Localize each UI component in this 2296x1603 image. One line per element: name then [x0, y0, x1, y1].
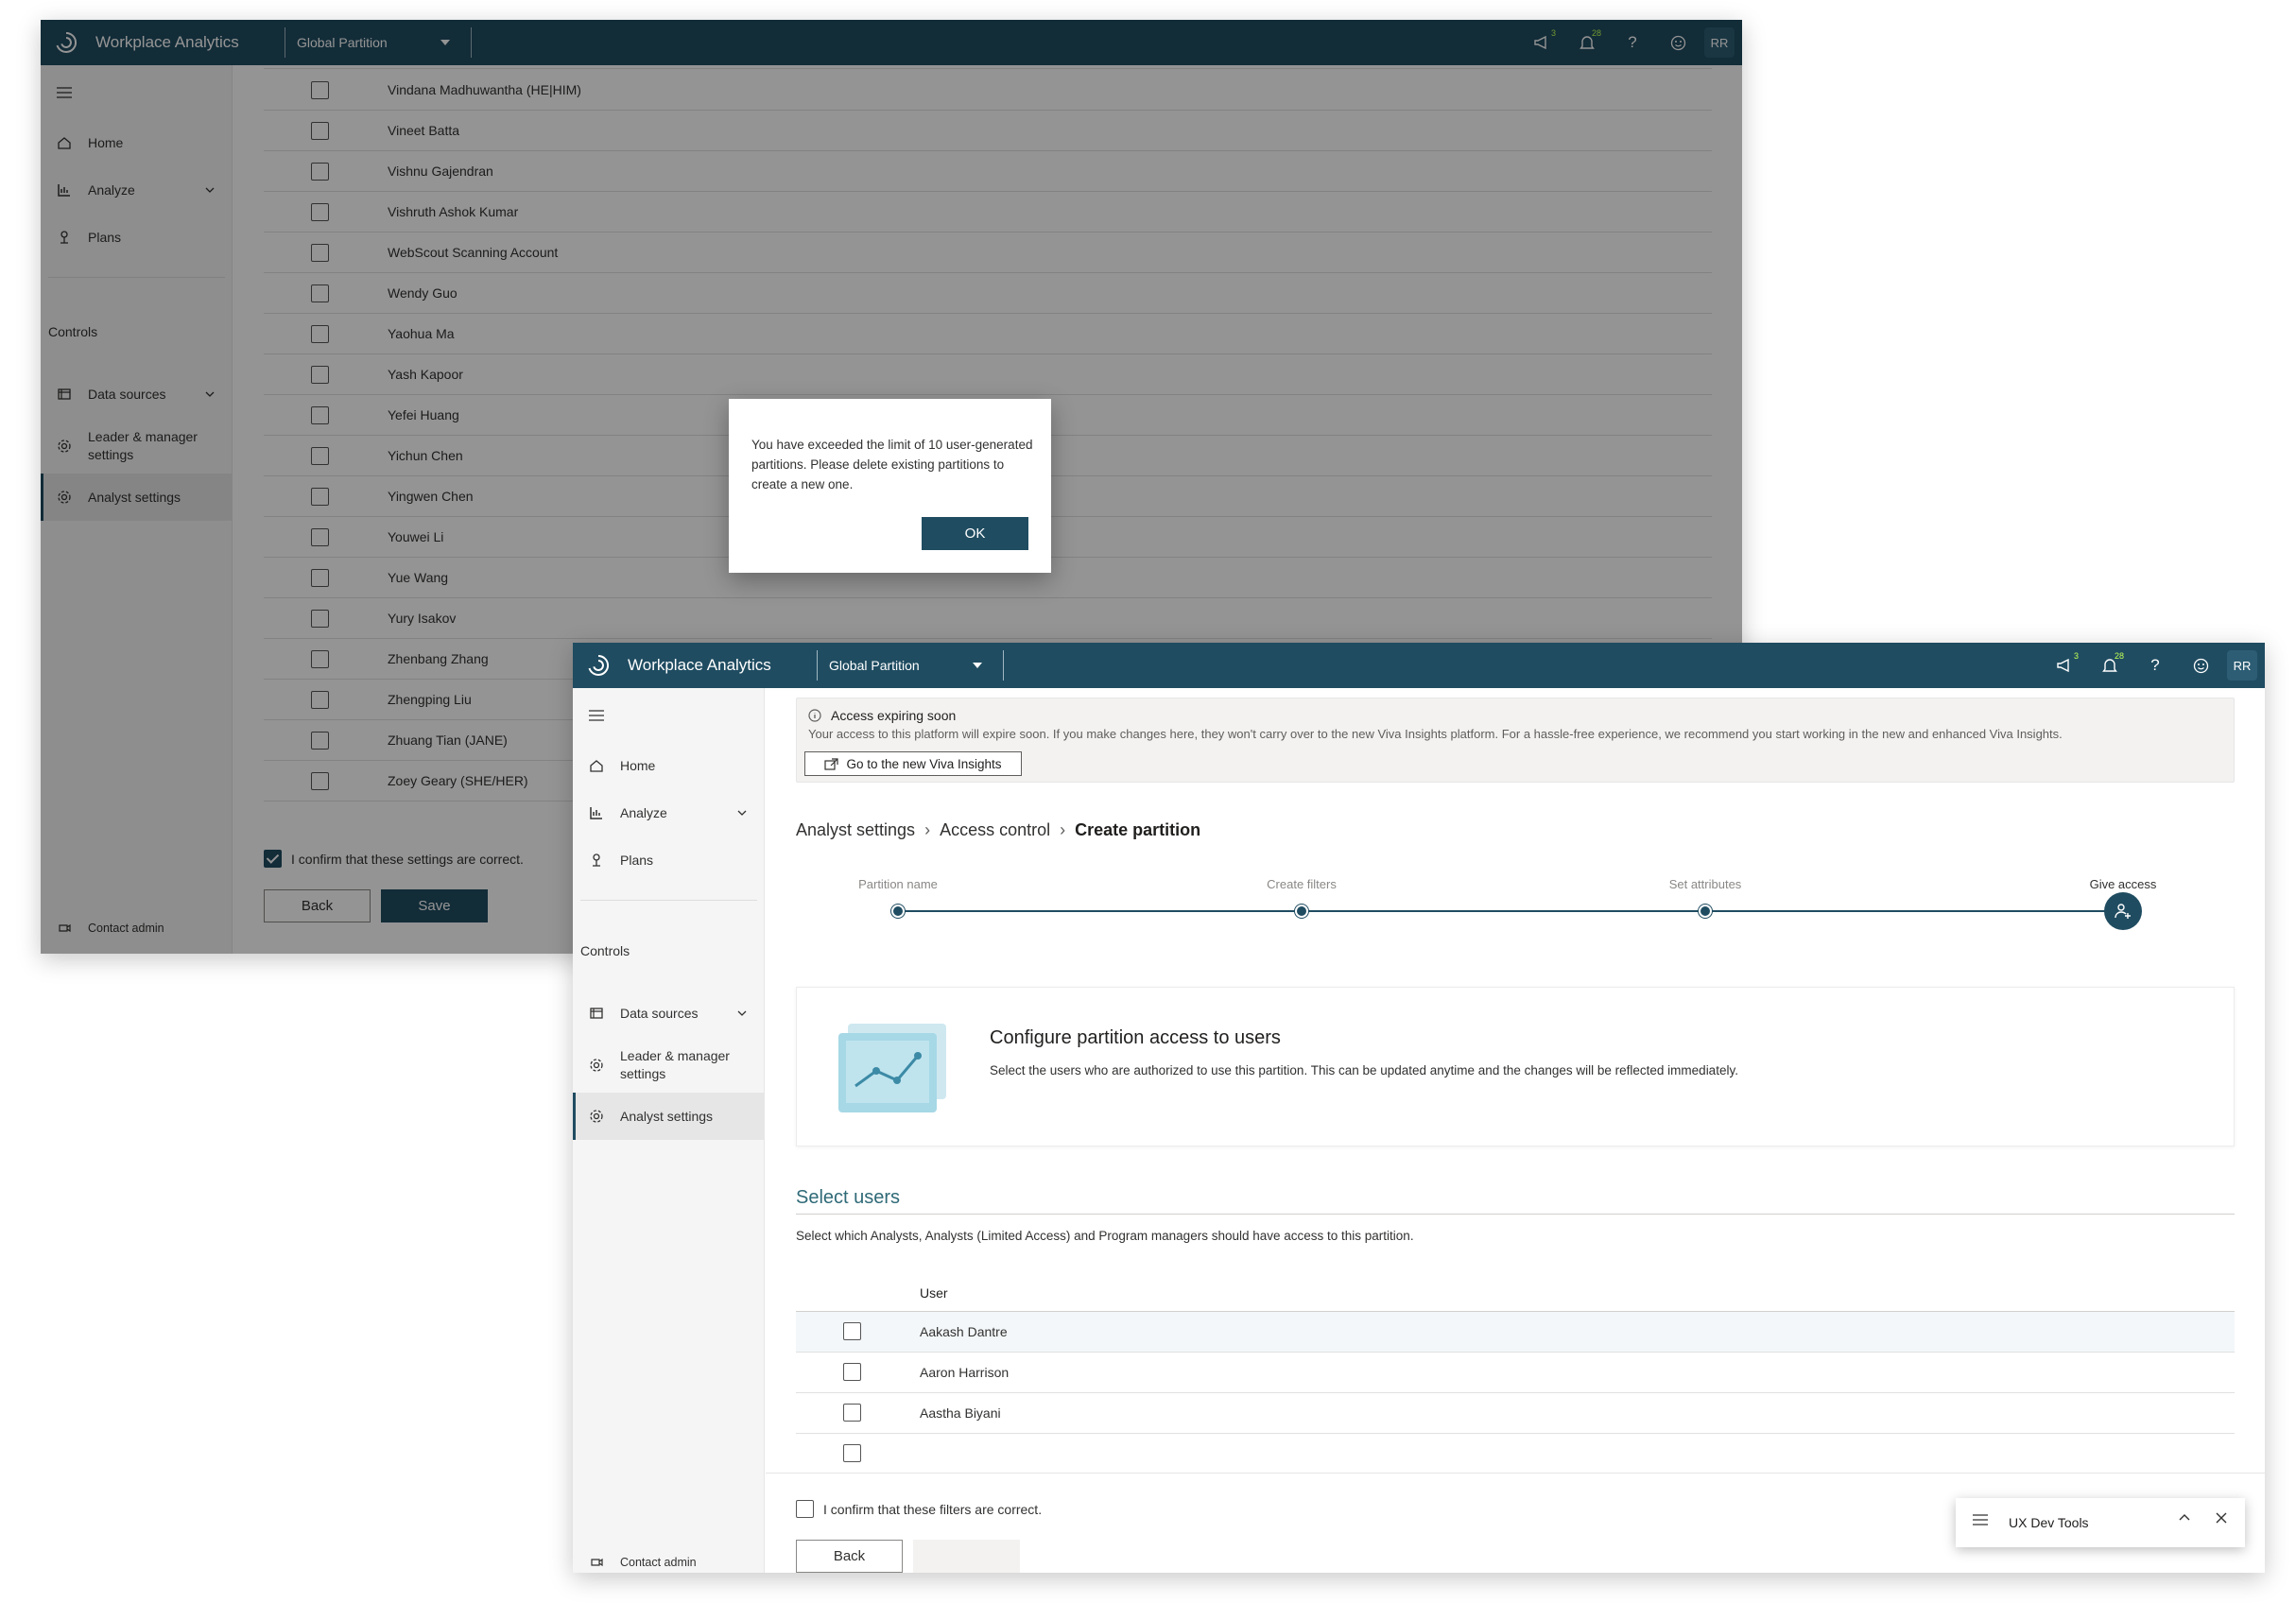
- chevron-up-icon[interactable]: [2178, 1511, 2191, 1525]
- step-dot-set-attributes[interactable]: [1699, 905, 1712, 918]
- hamburger-button[interactable]: [573, 699, 765, 732]
- caret-down-icon: [973, 663, 982, 668]
- breadcrumb: Analyst settings › Access control › Crea…: [796, 820, 1200, 840]
- feedback-button[interactable]: [2178, 643, 2223, 688]
- go-to-viva-insights-button[interactable]: Go to the new Viva Insights: [804, 751, 1022, 776]
- wizard-stepper: Partition name Create filters Set attrib…: [796, 877, 2235, 953]
- top-bar: Workplace Analytics Global Partition 3 2…: [573, 643, 2265, 688]
- partition-dropdown[interactable]: Global Partition: [818, 658, 1003, 673]
- sidebar-item-plans[interactable]: Plans: [573, 841, 765, 879]
- user-name: Aastha Biyani: [920, 1405, 1001, 1421]
- user-name: Aakash Dantre: [920, 1324, 1008, 1339]
- back-button[interactable]: Back: [796, 1540, 903, 1573]
- step-dot-partition-name[interactable]: [891, 905, 905, 918]
- users-table-header: User: [796, 1274, 2235, 1312]
- table-row[interactable]: Aastha Biyani: [796, 1393, 2235, 1434]
- chart-illustration-icon: [838, 1024, 946, 1112]
- limit-dialog: You have exceeded the limit of 10 user-g…: [729, 399, 1051, 573]
- ok-button[interactable]: OK: [922, 517, 1028, 550]
- breadcrumb-analyst-settings[interactable]: Analyst settings: [796, 820, 915, 840]
- front-main: Access expiring soon Your access to this…: [766, 688, 2265, 1573]
- megaphone-icon: [2057, 658, 2069, 673]
- user-checkbox[interactable]: [843, 1444, 861, 1462]
- data-sources-icon: [588, 1005, 605, 1022]
- ux-dev-tools-panel: UX Dev Tools: [1956, 1498, 2245, 1547]
- stepper-line: [898, 910, 2125, 912]
- step-label-partition-name: Partition name: [858, 877, 938, 891]
- step-label-set-attributes: Set attributes: [1668, 877, 1742, 891]
- chevron-down-icon: [737, 1010, 747, 1016]
- banner-title: Access expiring soon: [831, 708, 957, 723]
- card-title: Configure partition access to users: [990, 1027, 1281, 1048]
- banner-text: Your access to this platform will expire…: [808, 727, 2063, 741]
- confirm-filters-checkbox[interactable]: [796, 1500, 814, 1518]
- user-checkbox[interactable]: [843, 1404, 861, 1422]
- user-checkbox[interactable]: [843, 1363, 861, 1381]
- contact-icon: [588, 1554, 605, 1571]
- breadcrumb-access-control[interactable]: Access control: [940, 820, 1050, 840]
- chevron-down-icon: [737, 810, 747, 816]
- card-subtitle: Select the users who are authorized to u…: [990, 1063, 1738, 1077]
- chevron-right-icon: ›: [1060, 820, 1066, 839]
- controls-section-label: Controls: [580, 943, 630, 958]
- access-expiring-banner: Access expiring soon Your access to this…: [796, 698, 2235, 783]
- foreground-window: Workplace Analytics Global Partition 3 2…: [573, 643, 2265, 1573]
- sidebar-item-analyze[interactable]: Analyze: [573, 794, 765, 832]
- configure-access-card: Configure partition access to users Sele…: [796, 987, 2235, 1146]
- step-dot-create-filters[interactable]: [1295, 905, 1308, 918]
- chevron-right-icon: ›: [924, 820, 931, 839]
- select-users-description: Select which Analysts, Analysts (Limited…: [796, 1229, 1414, 1243]
- devtools-title: UX Dev Tools: [2009, 1515, 2089, 1530]
- gear-icon: [588, 1057, 605, 1074]
- announcements-button[interactable]: 3: [2042, 643, 2087, 688]
- column-header-user[interactable]: User: [920, 1285, 948, 1301]
- gear-icon: [588, 1108, 605, 1125]
- select-users-title: Select users: [796, 1187, 901, 1208]
- dialog-message: You have exceeded the limit of 10 user-g…: [751, 438, 1033, 491]
- hamburger-icon[interactable]: [1973, 1514, 1988, 1525]
- sidebar-item-data-sources[interactable]: Data sources: [573, 994, 765, 1032]
- sidebar-item-leader-manager-settings[interactable]: Leader & manager settings: [573, 1042, 765, 1089]
- close-icon[interactable]: [2215, 1511, 2228, 1525]
- open-external-icon: [824, 757, 839, 770]
- confirm-filters-row[interactable]: I confirm that these filters are correct…: [796, 1500, 1042, 1518]
- sidebar-item-analyst-settings[interactable]: Analyst settings: [573, 1093, 765, 1140]
- smiley-icon: [2193, 658, 2208, 673]
- step-label-create-filters: Create filters: [1267, 877, 1337, 891]
- breadcrumb-create-partition: Create partition: [1075, 820, 1201, 839]
- notifications-badge: 28: [2114, 651, 2124, 661]
- app-logo-icon[interactable]: [582, 649, 614, 681]
- home-icon: [588, 757, 605, 774]
- people-add-icon: [2115, 904, 2131, 919]
- user-checkbox[interactable]: [843, 1322, 861, 1340]
- sidebar: Home Analyze Plans Controls Data sources…: [573, 688, 765, 1573]
- announcements-badge: 3: [2073, 651, 2079, 661]
- step-label-give-access: Give access: [2089, 877, 2157, 891]
- sidebar-item-contact-admin[interactable]: Contact admin: [573, 1548, 765, 1573]
- next-button[interactable]: Next: [913, 1540, 1020, 1573]
- table-row[interactable]: Aaron Harrison: [796, 1353, 2235, 1393]
- app-title: Workplace Analytics: [628, 656, 771, 674]
- help-button[interactable]: ?: [2132, 643, 2178, 688]
- table-row[interactable]: Aakash Dantre: [796, 1312, 2235, 1353]
- step-give-access: [2104, 892, 2142, 930]
- user-name: Aaron Harrison: [920, 1365, 1010, 1380]
- hamburger-icon: [588, 707, 605, 724]
- info-icon: [808, 709, 821, 722]
- chart-icon: [588, 804, 605, 821]
- avatar[interactable]: RR: [2227, 650, 2257, 681]
- notifications-button[interactable]: 28: [2087, 643, 2132, 688]
- sidebar-item-home[interactable]: Home: [573, 747, 765, 784]
- partition-label: Global Partition: [829, 658, 920, 673]
- plans-icon: [588, 852, 605, 869]
- table-row[interactable]: [796, 1434, 2235, 1474]
